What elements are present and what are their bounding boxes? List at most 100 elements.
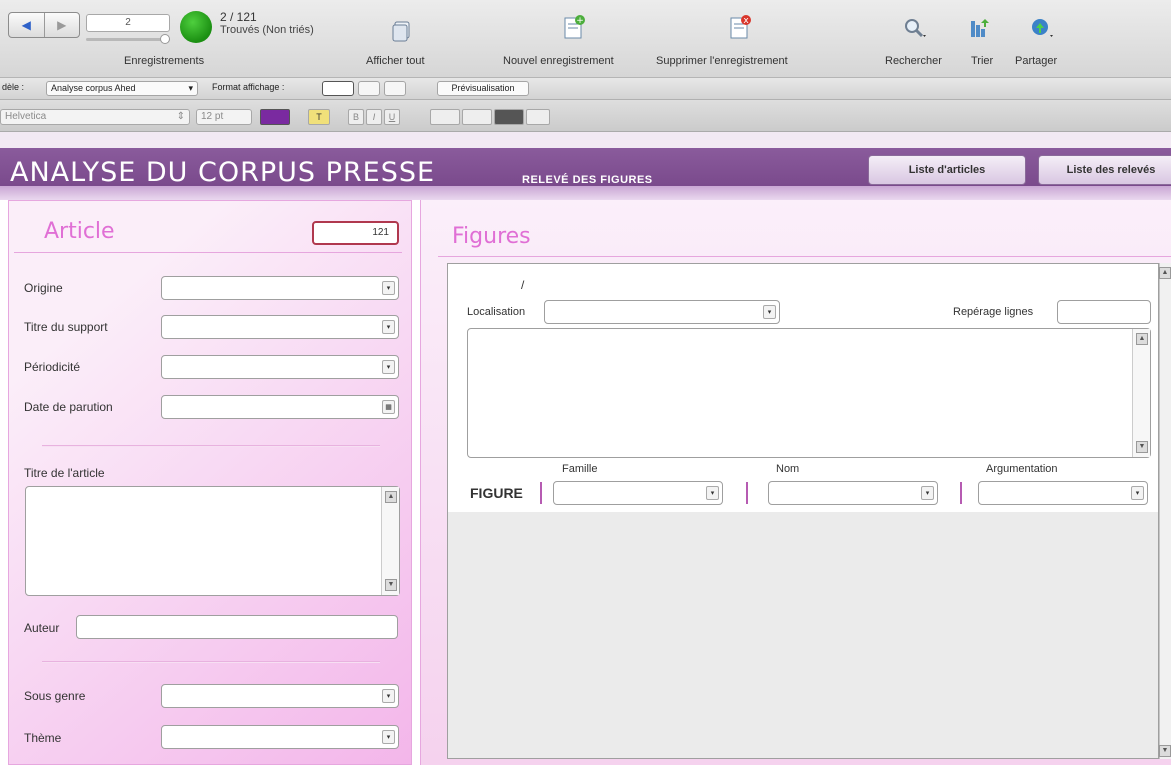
sort-label[interactable]: Trier — [971, 55, 993, 67]
layout-select[interactable]: Analyse corpus Ahed ▾ — [46, 81, 198, 96]
argumentation-dropdown[interactable]: ▾ — [978, 481, 1148, 505]
author-input[interactable] — [76, 615, 398, 639]
article-title-textarea[interactable]: ▲ ▼ — [25, 486, 400, 596]
scroll-down-icon[interactable]: ▼ — [1159, 745, 1171, 757]
line-location-label: Repérage lignes — [953, 306, 1034, 318]
justify-button[interactable] — [526, 109, 550, 125]
new-record-label[interactable]: Nouvel enregistrement — [503, 55, 614, 67]
localisation-dropdown[interactable]: ▾ — [544, 300, 780, 324]
show-all-icon — [392, 21, 410, 42]
scroll-up-icon[interactable]: ▲ — [385, 491, 397, 503]
scroll-up-icon[interactable]: ▲ — [1159, 267, 1171, 279]
portal-scrollbar[interactable]: ▲ ▼ — [1159, 263, 1171, 759]
italic-button[interactable]: I — [366, 109, 382, 125]
chevron-down-icon: ▾ — [188, 83, 193, 93]
periodicity-dropdown[interactable]: ▾ — [161, 355, 399, 379]
line-location-input[interactable] — [1057, 300, 1151, 324]
search-label[interactable]: Rechercher — [885, 55, 942, 67]
support-title-dropdown[interactable]: ▾ — [161, 315, 399, 339]
records-list-button[interactable]: Liste des relevés — [1038, 155, 1171, 185]
divider — [746, 482, 748, 504]
name-label: Nom — [776, 463, 800, 475]
chevron-down-icon: ▾ — [763, 305, 776, 319]
svg-text:+: + — [576, 16, 584, 26]
article-list-button[interactable]: Liste d'articles — [868, 155, 1026, 185]
share-label[interactable]: Partager — [1015, 55, 1057, 67]
highlight-button[interactable]: T — [308, 109, 330, 125]
share-button[interactable] — [1030, 16, 1056, 42]
search-icon — [905, 19, 926, 38]
found-set-indicator-icon — [180, 11, 212, 43]
chevron-down-icon: ▾ — [382, 689, 395, 703]
align-center-button[interactable] — [462, 109, 492, 125]
article-number-field[interactable]: 121 — [312, 221, 399, 245]
record-slider-handle[interactable] — [160, 34, 170, 44]
delete-record-icon: x — [730, 15, 751, 39]
previous-record-icon[interactable]: ◀ — [9, 13, 44, 37]
article-title-rule — [14, 252, 402, 253]
family-dropdown[interactable]: ▾ — [553, 481, 723, 505]
underline-button[interactable]: U — [384, 109, 400, 125]
show-all-label[interactable]: Afficher tout — [366, 55, 425, 67]
record-slider[interactable] — [86, 38, 170, 41]
figure-excerpt-textarea[interactable]: ▲ ▼ — [467, 328, 1151, 458]
table-view-button[interactable] — [384, 81, 406, 96]
figure-label: FIGURE — [470, 485, 523, 501]
bold-button[interactable]: B — [348, 109, 364, 125]
publication-date-field[interactable]: ▦ — [161, 395, 399, 419]
scrollbar[interactable]: ▲ ▼ — [1132, 329, 1150, 457]
article-title: Article — [44, 219, 115, 244]
search-button[interactable] — [903, 16, 929, 42]
font-size-value: 12 pt — [201, 111, 224, 122]
record-number-input[interactable]: 2 — [86, 14, 170, 32]
scrollbar[interactable]: ▲ ▼ — [381, 487, 399, 595]
origin-dropdown[interactable]: ▾ — [161, 276, 399, 300]
theme-dropdown[interactable]: ▾ — [161, 725, 399, 749]
subgenre-dropdown[interactable]: ▾ — [161, 684, 399, 708]
record-navigation[interactable]: ◀ ▶ — [8, 12, 80, 38]
localisation-label: Localisation — [467, 306, 526, 318]
divider — [540, 482, 542, 504]
list-view-button[interactable] — [358, 81, 380, 96]
delete-record-button[interactable]: x — [727, 14, 753, 40]
scroll-down-icon[interactable]: ▼ — [385, 579, 397, 591]
chevron-updown-icon: ⇕ — [176, 111, 185, 122]
display-format-label: Format affichage : — [212, 82, 285, 92]
align-right-button[interactable] — [494, 109, 524, 125]
align-left-button[interactable] — [430, 109, 460, 125]
show-all-button[interactable] — [389, 18, 415, 44]
layout-bar: dèle : Analyse corpus Ahed ▾ Format affi… — [0, 78, 1171, 100]
svg-text:x: x — [743, 16, 749, 26]
name-dropdown[interactable]: ▾ — [768, 481, 938, 505]
chevron-down-icon: ▾ — [382, 281, 395, 295]
subgenre-label: Sous genre — [24, 689, 86, 703]
font-select[interactable]: Helvetica ⇕ — [0, 109, 190, 125]
origin-label: Origine — [24, 281, 63, 295]
format-bar: Helvetica ⇕ 12 pt T B I U — [0, 100, 1171, 132]
font-size-select[interactable]: 12 pt — [196, 109, 252, 125]
figures-title-rule — [438, 256, 1171, 257]
preview-button[interactable]: Prévisualisation — [437, 81, 529, 96]
publication-date-label: Date de parution — [24, 400, 113, 414]
text-color-button[interactable] — [260, 109, 290, 125]
support-title-label: Titre du support — [24, 320, 108, 334]
delete-record-label[interactable]: Supprimer l'enregistrement — [656, 55, 788, 67]
sort-button[interactable] — [967, 16, 993, 42]
scroll-up-icon[interactable]: ▲ — [1136, 333, 1148, 345]
share-icon — [1032, 19, 1053, 37]
found-count: 2 / 121 — [220, 10, 257, 24]
calendar-icon[interactable]: ▦ — [382, 400, 395, 414]
author-label: Auteur — [24, 621, 60, 635]
chevron-down-icon: ▾ — [382, 320, 395, 334]
sort-icon — [971, 19, 989, 37]
new-record-icon: + — [564, 15, 585, 39]
new-record-button[interactable]: + — [561, 14, 587, 40]
scroll-down-icon[interactable]: ▼ — [1136, 441, 1148, 453]
font-select-value: Helvetica — [5, 111, 47, 122]
next-record-icon[interactable]: ▶ — [43, 13, 80, 37]
layout-select-value: Analyse corpus Ahed — [51, 83, 136, 93]
form-view-button[interactable] — [322, 81, 354, 96]
page-title: Analyse du corpus presse — [10, 157, 436, 188]
chevron-down-icon: ▾ — [382, 360, 395, 374]
layout-label: dèle : — [2, 82, 25, 92]
